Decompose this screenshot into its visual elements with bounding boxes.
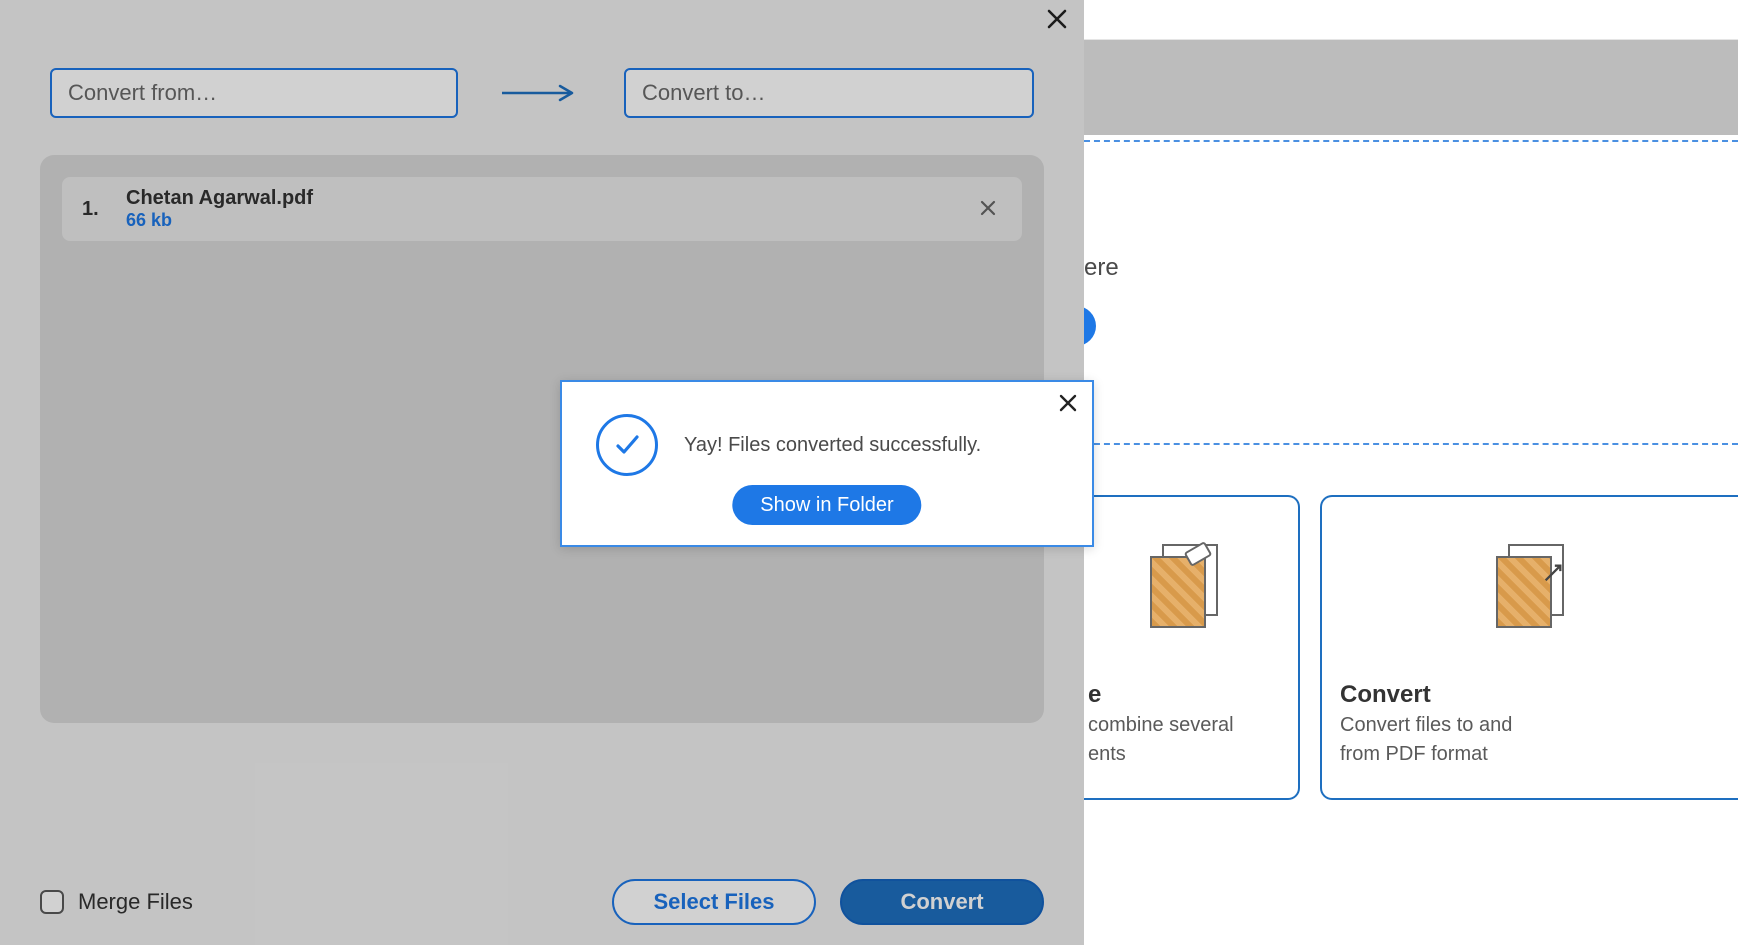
bg-drop-hint-fragment: ere bbox=[1084, 254, 1119, 282]
bg-card-merge-icon bbox=[1088, 497, 1280, 677]
bg-card-convert-title: Convert bbox=[1340, 681, 1720, 709]
bg-card-merge-desc2: ents bbox=[1088, 742, 1280, 767]
bg-card-merge-partial: e combine several ents bbox=[1070, 495, 1300, 800]
bg-card-convert-icon bbox=[1340, 497, 1720, 677]
show-in-folder-label: Show in Folder bbox=[760, 494, 893, 517]
bg-card-convert[interactable]: Convert Convert files to and from PDF fo… bbox=[1320, 495, 1738, 800]
bg-card-merge-title-fragment: e bbox=[1088, 681, 1280, 709]
bg-card-convert-desc1: Convert files to and bbox=[1340, 713, 1720, 738]
success-toast: Yay! Files converted successfully. Show … bbox=[560, 380, 1094, 547]
toast-message: Yay! Files converted successfully. bbox=[684, 434, 981, 457]
show-in-folder-button[interactable]: Show in Folder bbox=[732, 485, 921, 525]
success-check-icon bbox=[596, 414, 658, 476]
bg-titlebar bbox=[1084, 0, 1738, 40]
bg-drop-button-fragment bbox=[1084, 306, 1096, 346]
bg-drop-zone: ere bbox=[1084, 140, 1738, 445]
bg-card-merge-desc1: combine several bbox=[1088, 713, 1280, 738]
bg-toolbar bbox=[1084, 40, 1738, 135]
close-icon bbox=[1058, 389, 1078, 420]
toast-close-button[interactable] bbox=[1054, 390, 1082, 418]
bg-card-convert-desc2: from PDF format bbox=[1340, 742, 1720, 767]
